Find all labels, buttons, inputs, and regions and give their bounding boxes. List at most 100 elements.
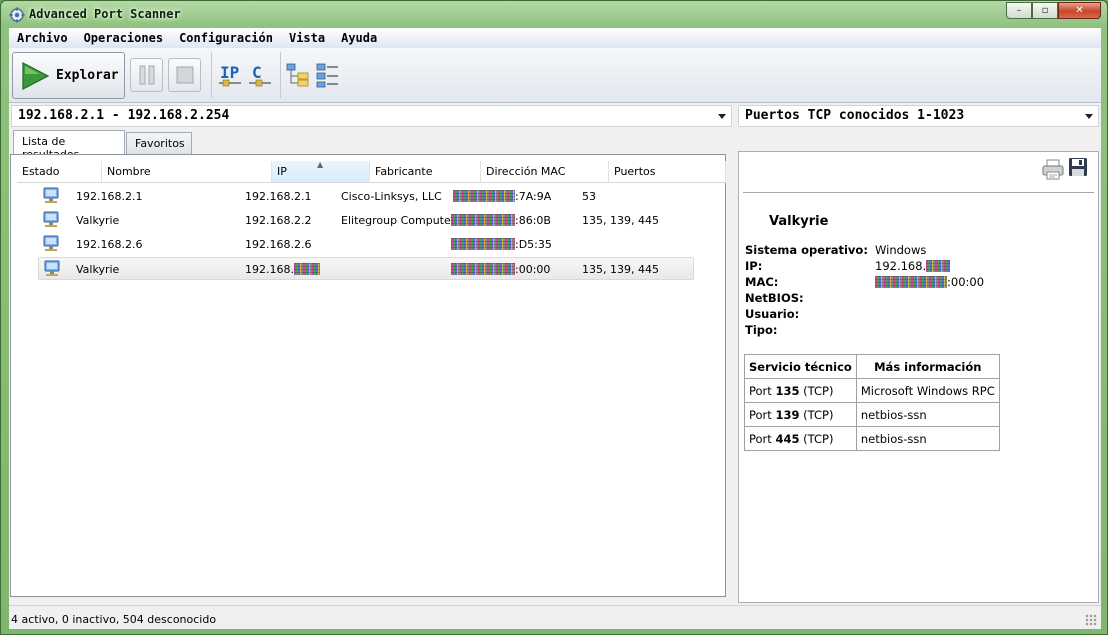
table-row[interactable]: Valkyrie 192.168.2.2 Elitegroup Compute.… — [38, 209, 694, 232]
column-header-ip[interactable]: ▲ IP — [272, 160, 370, 183]
window-title: Advanced Port Scanner — [29, 7, 181, 21]
redacted-mac-block — [451, 238, 515, 250]
menu-configuracion[interactable]: Configuración — [171, 31, 281, 45]
stop-button[interactable] — [168, 58, 201, 92]
redacted-mac-block — [875, 276, 947, 288]
row-name: Valkyrie — [76, 263, 120, 276]
row-mac-suffix: :D5:35 — [515, 238, 552, 251]
table-row[interactable]: 192.168.2.1 192.168.2.1 Cisco-Linksys, L… — [38, 185, 694, 208]
row-name: Valkyrie — [76, 214, 120, 227]
row-mac: :7A:9A — [453, 190, 551, 203]
service-row[interactable]: Port 139 (TCP) netbios-ssn — [744, 402, 1000, 427]
service-port-number: 139 — [775, 407, 800, 422]
row-ip-prefix: 192.168. — [245, 263, 294, 276]
menu-ayuda[interactable]: Ayuda — [333, 31, 385, 45]
minimize-icon: – — [1016, 5, 1022, 16]
pause-button[interactable] — [130, 58, 163, 92]
computer-online-icon — [42, 235, 60, 252]
row-ip: 192.168. — [245, 263, 320, 276]
chevron-down-icon[interactable] — [1085, 114, 1093, 119]
os-label: Sistema operativo: — [745, 243, 868, 257]
save-icon[interactable] — [1068, 157, 1088, 180]
results-list[interactable]: Estado Nombre ▲ IP Fabricante Dirección M… — [10, 154, 726, 597]
mac-value-suffix: :00:00 — [947, 275, 985, 289]
menu-vista[interactable]: Vista — [281, 31, 333, 45]
chevron-down-icon[interactable] — [718, 114, 726, 119]
service-info: Microsoft Windows RPC — [855, 378, 1000, 403]
column-header-puertos[interactable]: Puertos — [609, 161, 726, 183]
service-row[interactable]: Port 445 (TCP) netbios-ssn — [744, 426, 1000, 451]
service-row[interactable]: Port 135 (TCP) Microsoft Windows RPC — [744, 378, 1000, 403]
table-row[interactable]: 192.168.2.6 192.168.2.6 :D5:35 — [38, 233, 694, 256]
row-vendor: Cisco-Linksys, LLC — [341, 190, 442, 203]
resize-grip-icon[interactable] — [1085, 614, 1097, 626]
column-header-estado[interactable]: Estado — [17, 161, 102, 183]
collapse-tree-button[interactable] — [315, 61, 341, 89]
column-header-mac[interactable]: Dirección MAC — [481, 161, 609, 183]
computer-online-icon — [43, 260, 61, 277]
ip-value-prefix: 192.168. — [875, 259, 927, 273]
user-label: Usuario: — [745, 307, 800, 321]
collapse-tree-icon — [316, 63, 338, 88]
mac-value: :00:00 — [875, 275, 984, 289]
column-header-fabricante[interactable]: Fabricante — [370, 161, 481, 183]
redacted-ip-block — [293, 263, 320, 275]
menu-operaciones[interactable]: Operaciones — [76, 31, 171, 45]
service-info: netbios-ssn — [855, 426, 1000, 451]
row-name: 192.168.2.1 — [76, 190, 143, 203]
status-text: 4 activo, 0 inactivo, 504 desconocido — [11, 613, 217, 626]
close-icon: ✕ — [1075, 5, 1084, 16]
column-header-label: Fabricante — [375, 165, 433, 178]
sort-ascending-icon: ▲ — [317, 160, 324, 169]
table-row-selected[interactable]: Valkyrie 192.168. :00:00 135, 139, 445 — [38, 257, 694, 280]
computer-online-icon — [42, 187, 60, 204]
maximize-button[interactable]: ▫ — [1032, 2, 1058, 19]
c-button[interactable]: C — [247, 61, 273, 89]
ip-glyph: IP — [220, 63, 239, 82]
ip-value: 192.168. — [875, 259, 951, 273]
row-mac-suffix: :86:0B — [515, 214, 551, 227]
tab-favorites-label: Favoritos — [135, 137, 185, 150]
toolbar-separator — [280, 52, 281, 98]
close-button[interactable]: ✕ — [1058, 2, 1101, 19]
ip-range-combo[interactable]: 192.168.2.1 - 192.168.2.254 — [11, 105, 732, 127]
device-name: Valkyrie — [769, 214, 829, 229]
row-ip: 192.168.2.2 — [245, 214, 312, 227]
expand-tree-button[interactable] — [285, 61, 311, 89]
redacted-ip-block — [926, 260, 951, 272]
details-toolbar — [743, 154, 1094, 193]
content-area: Lista de resultados Favoritos Estado Nom… — [9, 129, 1101, 605]
c-glyph: C — [252, 63, 262, 82]
row-mac: :86:0B — [451, 214, 551, 227]
ip-icon: IP — [219, 63, 241, 87]
row-mac-suffix: :00:00 — [515, 263, 551, 276]
menu-bar: Archivo Operaciones Configuración Vista … — [9, 28, 1101, 48]
explore-label: Explorar — [56, 68, 119, 83]
redacted-mac-block — [451, 214, 515, 226]
column-header-label: Puertos — [614, 165, 656, 178]
mac-label: MAC: — [745, 275, 779, 289]
c-icon: C — [249, 63, 271, 87]
os-value: Windows — [875, 243, 927, 257]
tab-favorites[interactable]: Favoritos — [126, 132, 192, 154]
pause-icon — [139, 65, 154, 85]
netbios-label: NetBIOS: — [745, 291, 804, 305]
ports-combo[interactable]: Puertos TCP conocidos 1-1023 — [738, 105, 1099, 127]
printer-icon[interactable] — [1042, 158, 1064, 183]
column-header-label: Dirección MAC — [486, 165, 566, 178]
service-port: Port 445 (TCP) — [744, 426, 857, 451]
column-header-label: Nombre — [107, 165, 151, 178]
ip-button[interactable]: IP — [217, 61, 243, 89]
redacted-mac-block — [453, 190, 515, 202]
service-port-prefix: Port — [749, 383, 776, 398]
ip-label: IP: — [745, 259, 763, 273]
service-port-number: 135 — [775, 383, 800, 398]
menu-archivo[interactable]: Archivo — [9, 31, 76, 45]
column-header-nombre[interactable]: Nombre — [102, 161, 272, 183]
redacted-mac-block — [451, 263, 515, 275]
row-name: 192.168.2.6 — [76, 238, 143, 251]
tab-results[interactable]: Lista de resultados — [13, 130, 125, 161]
minimize-button[interactable]: – — [1006, 2, 1032, 19]
services-header-info: Más información — [855, 354, 1000, 379]
explore-button[interactable]: Explorar — [12, 52, 125, 99]
